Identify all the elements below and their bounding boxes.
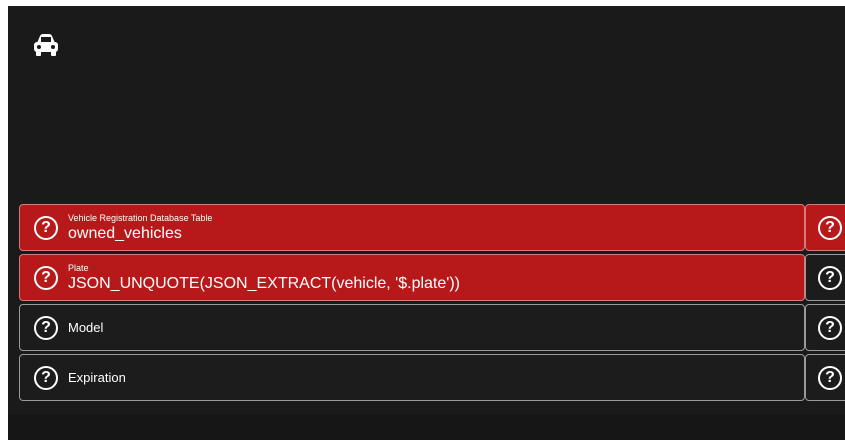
help-circle-icon[interactable]: ? bbox=[818, 265, 842, 290]
help-circle-icon[interactable]: ? bbox=[818, 215, 842, 240]
model-field[interactable]: ? Model bbox=[19, 304, 805, 351]
plate-value[interactable]: JSON_UNQUOTE(JSON_EXTRACT(vehicle, '$.pl… bbox=[68, 275, 460, 293]
expiration-label: Expiration bbox=[68, 369, 126, 385]
footer-bar bbox=[8, 414, 845, 440]
plate-field[interactable]: ? Plate JSON_UNQUOTE(JSON_EXTRACT(vehicl… bbox=[19, 254, 805, 301]
help-circle-icon[interactable]: ? bbox=[818, 365, 842, 390]
help-circle-icon[interactable]: ? bbox=[818, 315, 842, 340]
table-name-field[interactable]: ? Vehicle Registration Database Table ow… bbox=[19, 204, 805, 251]
help-circle-icon[interactable]: ? bbox=[34, 265, 58, 290]
help-circle-icon[interactable]: ? bbox=[34, 365, 58, 390]
help-circle-icon[interactable]: ? bbox=[34, 315, 58, 340]
help-circle-icon[interactable]: ? bbox=[34, 215, 58, 240]
table-name-label: Vehicle Registration Database Table bbox=[68, 212, 213, 223]
table-name-value[interactable]: owned_vehicles bbox=[68, 225, 212, 243]
expiration-field[interactable]: ? Expiration bbox=[19, 354, 805, 401]
table-name-side-cell[interactable]: ? bbox=[805, 204, 845, 251]
model-side-cell[interactable]: ? bbox=[805, 304, 845, 351]
plate-label: Plate bbox=[68, 262, 89, 273]
model-label: Model bbox=[68, 319, 104, 335]
expiration-side-cell[interactable]: ? bbox=[805, 354, 845, 401]
car-icon bbox=[34, 34, 58, 56]
plate-side-cell[interactable]: ? bbox=[805, 254, 845, 301]
